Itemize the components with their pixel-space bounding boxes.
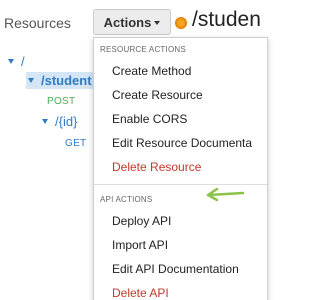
tree-item-student[interactable]: /student <box>26 72 104 89</box>
resource-status-icon <box>175 17 187 29</box>
method-label: POST <box>47 96 76 107</box>
caret-down-icon[interactable] <box>8 59 14 64</box>
menu-item-create-resource[interactable]: Create Resource <box>112 88 203 102</box>
actions-menu: RESOURCE ACTIONS Create Method Create Re… <box>93 37 268 300</box>
caret-down-icon[interactable] <box>28 78 34 83</box>
menu-item-deploy-api[interactable]: Deploy API <box>112 214 171 228</box>
method-label: GET <box>65 138 87 149</box>
left-arrow-icon <box>206 188 245 202</box>
menu-item-enable-cors[interactable]: Enable CORS <box>112 112 187 126</box>
caret-down-icon[interactable] <box>42 119 48 124</box>
resources-title: Resources <box>4 15 71 31</box>
menu-item-delete-api[interactable]: Delete API <box>112 286 169 300</box>
tree-item-label: /{id} <box>55 114 78 129</box>
tree-method-post[interactable]: POST <box>47 96 75 107</box>
chevron-down-icon <box>154 21 161 25</box>
actions-button[interactable]: Actions <box>93 9 171 35</box>
menu-item-edit-api-documentation[interactable]: Edit API Documentation <box>112 262 239 276</box>
menu-item-edit-resource-documentation[interactable]: Edit Resource Documenta <box>112 136 252 150</box>
tree-item-label: /student <box>41 73 92 88</box>
section-header-api-actions: API ACTIONS <box>100 195 153 204</box>
section-header-resource-actions: RESOURCE ACTIONS <box>100 45 186 54</box>
tree-item-label: / <box>21 54 25 69</box>
tree-method-get[interactable]: GET <box>65 138 86 149</box>
menu-divider <box>94 184 267 185</box>
menu-item-delete-resource[interactable]: Delete Resource <box>112 160 201 174</box>
tree-item-root[interactable]: / <box>8 54 25 69</box>
menu-item-import-api[interactable]: Import API <box>112 238 168 252</box>
resource-path: /studen <box>192 8 261 31</box>
menu-item-create-method[interactable]: Create Method <box>112 64 191 78</box>
actions-button-label: Actions <box>103 14 152 30</box>
tree-item-id[interactable]: /{id} <box>42 114 77 129</box>
